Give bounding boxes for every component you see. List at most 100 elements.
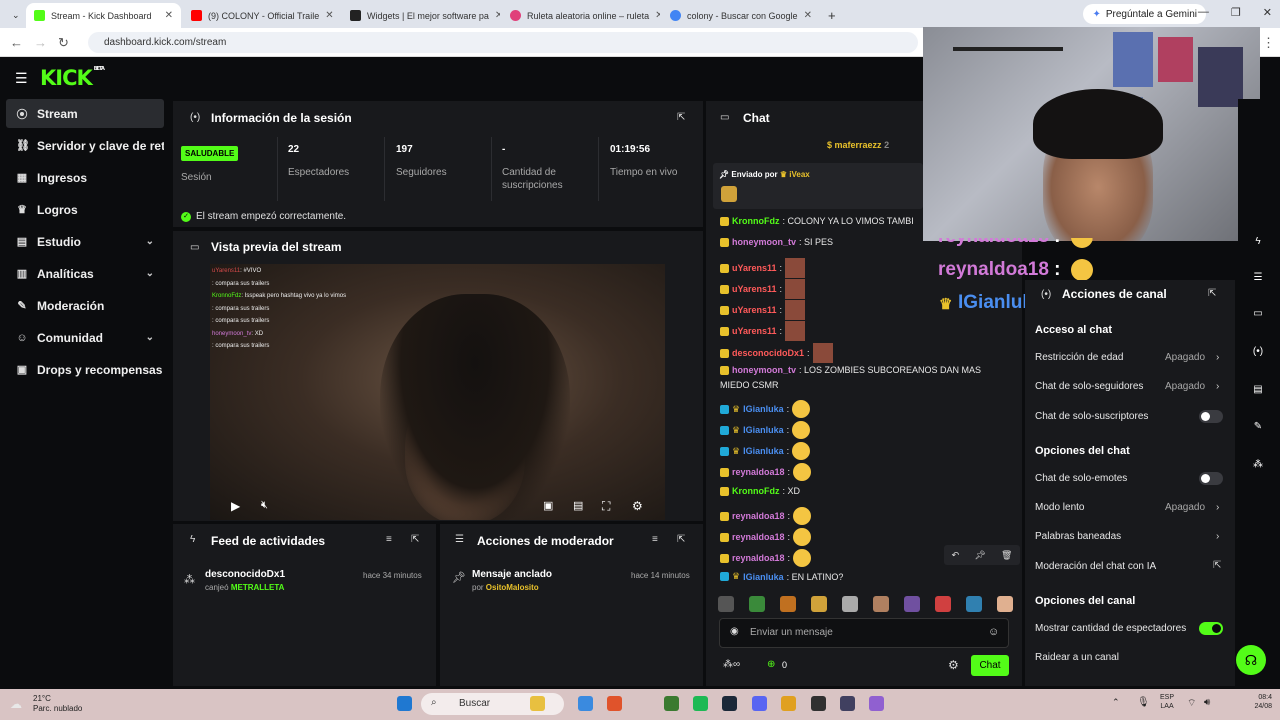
volume-icon[interactable]: 🔊︎ [1204, 697, 1210, 708]
row-modo-lento[interactable]: Modo lento [1035, 502, 1084, 513]
minimize-icon[interactable]: — [1198, 6, 1209, 19]
sidebar-item-community[interactable]: ☺ Comunidad ⌄ [6, 323, 164, 352]
close-tab-icon[interactable]: ✕ [655, 10, 660, 21]
emote-icon[interactable] [935, 596, 951, 612]
chrome-icon[interactable] [781, 696, 796, 711]
chat-username[interactable]: uYarens11 [732, 284, 777, 294]
row-chat-de-solo-seguidores[interactable]: Chat de solo-seguidores [1035, 381, 1143, 392]
chat-username[interactable]: reynaldoa18 [732, 511, 785, 521]
top-gifter-user[interactable]: maferraezz [835, 140, 882, 150]
help-headset-icon[interactable]: ☊ [1236, 645, 1266, 675]
emote-icon[interactable] [966, 596, 982, 612]
row-palabras-baneadas[interactable]: Palabras baneadas [1035, 531, 1121, 542]
kick-logo[interactable]: KICK BETA [40, 66, 105, 90]
emote-icon[interactable] [780, 596, 796, 612]
popout-icon[interactable]: ⇱ [677, 112, 685, 123]
emote-icon[interactable] [811, 596, 827, 612]
wrench-icon[interactable]: ✎ [1250, 421, 1266, 437]
emote-icon[interactable] [749, 596, 765, 612]
chat-input[interactable]: ◉ Enviar un mensaje ☺ [719, 618, 1009, 648]
widgets-icon[interactable] [578, 696, 593, 711]
close-tab-icon[interactable]: ✕ [165, 10, 173, 21]
fullscreen-icon[interactable]: ⛶ [602, 499, 610, 514]
tab-list-chevron-icon[interactable]: ⌄ [4, 3, 24, 28]
toggle-switch[interactable] [1199, 410, 1223, 423]
tab-youtube[interactable]: (9) COLONY - Official Traile ✕ [183, 3, 338, 28]
hamburger-menu-icon[interactable]: ☰ [15, 70, 28, 87]
delete-icon[interactable]: 🗑︎ [1001, 550, 1012, 561]
mod-by-user[interactable]: OsitoMalosito [486, 583, 539, 592]
sidebar-item-drops[interactable]: ▣ Drops y recompensas [6, 355, 164, 384]
url-field[interactable]: dashboard.kick.com/stream [88, 32, 918, 53]
list-icon[interactable]: ☰ [1250, 272, 1266, 288]
chat-username[interactable]: IGianluka [743, 404, 784, 414]
obs-icon[interactable] [811, 696, 826, 711]
sidebar-item-wrench[interactable]: ✎ Moderación [6, 291, 164, 320]
popout-icon[interactable]: ⇱ [1208, 288, 1216, 299]
tab-ruleta[interactable]: Ruleta aleatoria online – ruleta ✕ [502, 3, 660, 28]
app-icon[interactable] [840, 696, 855, 711]
chat-username[interactable]: honeymoon_tv [732, 237, 796, 247]
forward-icon[interactable]: → [34, 35, 47, 50]
discord-icon[interactable] [752, 696, 767, 711]
emote-icon[interactable] [718, 596, 734, 612]
chat-username[interactable]: IGianluka [743, 446, 784, 456]
chevron-right-icon[interactable]: › [1216, 502, 1219, 513]
chat-username[interactable]: uYarens11 [732, 326, 777, 336]
back-icon[interactable]: ← [10, 35, 23, 50]
chat-username[interactable]: reynaldoa18 [732, 553, 785, 563]
row-raidear-a-un-canal[interactable]: Raidear a un canal [1035, 652, 1119, 663]
external-link-icon[interactable]: ⇱ [1213, 560, 1221, 571]
new-tab-button[interactable]: + [820, 3, 844, 28]
emoji-icon[interactable]: ☺ [988, 626, 999, 638]
chevron-right-icon[interactable]: › [1216, 352, 1219, 363]
tab-kick-dashboard[interactable]: Stream - Kick Dashboard ✕ [26, 3, 181, 28]
chat-tools-icon[interactable]: ⁂∞ [723, 659, 740, 670]
chat-username[interactable]: reynaldoa18 [732, 467, 785, 477]
row-mostrar-cantidad-de-espectadores[interactable]: Mostrar cantidad de espectadores [1035, 623, 1186, 634]
reload-icon[interactable]: ↻ [58, 35, 69, 51]
theater-icon[interactable]: ▤ [573, 499, 583, 512]
row-restriccion-de-edad[interactable]: Restricción de edad [1035, 352, 1123, 363]
row-chat-de-solo-suscriptores[interactable]: Chat de solo-suscriptores [1035, 411, 1148, 422]
close-tab-icon[interactable]: ✕ [325, 10, 333, 21]
emote-icon[interactable] [997, 596, 1013, 612]
brave-icon[interactable] [607, 696, 622, 711]
kick-app-icon[interactable] [869, 696, 884, 711]
weather-widget[interactable]: 21°C Parc. nublado [33, 694, 82, 714]
network-icon[interactable]: ⌔ [1187, 697, 1196, 710]
close-tab-icon[interactable]: ✕ [804, 10, 812, 21]
gemini-button[interactable]: ✦ Pregúntale a Gemini [1083, 4, 1206, 24]
chat-icon[interactable]: ▭ [1250, 308, 1266, 324]
chat-username[interactable]: reynaldoa18 [732, 532, 785, 542]
chat-username[interactable]: honeymoon_tv [732, 365, 796, 375]
emote-icon[interactable] [842, 596, 858, 612]
filter-icon[interactable]: ≡ [652, 534, 658, 545]
popout-icon[interactable]: ⇱ [411, 534, 419, 545]
toggle-switch[interactable] [1199, 472, 1223, 485]
microphone-icon[interactable]: 🎙︎ [1137, 697, 1150, 708]
pinned-by-user[interactable]: iVeax [789, 170, 809, 179]
bolt-icon[interactable]: ϟ [1250, 236, 1266, 252]
row-chat-de-solo-emotes[interactable]: Chat de solo-emotes [1035, 473, 1127, 484]
close-tab-icon[interactable]: ✕ [495, 10, 500, 21]
sidebar-item-signal[interactable]: ⦿ Stream [6, 99, 164, 128]
toggle-switch[interactable] [1199, 622, 1223, 635]
emote-icon[interactable] [904, 596, 920, 612]
mod-list-icon[interactable]: ▤ [1250, 384, 1266, 400]
steam-icon[interactable] [722, 696, 737, 711]
spotify-icon[interactable] [693, 696, 708, 711]
feed-user[interactable]: desconocidoDx1 [205, 569, 285, 580]
chat-username[interactable]: IGianluka [743, 572, 784, 582]
windows-start-icon[interactable] [397, 696, 412, 711]
sidebar-item-link[interactable]: ⛓ Servidor y clave de retransmisión [6, 131, 164, 160]
row-moderacion-del-chat-con-ia[interactable]: Moderación del chat con IA [1035, 561, 1156, 572]
mute-icon[interactable]: 🔇︎ [261, 499, 268, 512]
chat-settings-gear-icon[interactable]: ⚙ [948, 658, 959, 672]
sidebar-item-analytics[interactable]: ▥ Analíticas ⌄ [6, 259, 164, 288]
chat-username[interactable]: KronnoFdz [732, 216, 780, 226]
chat-send-button[interactable]: Chat [971, 655, 1009, 676]
close-window-icon[interactable]: ✕ [1263, 6, 1272, 19]
clock[interactable]: 08:4 24/08 [1228, 693, 1272, 711]
tab-widgets[interactable]: Widgets | El mejor software pa ✕ [342, 3, 500, 28]
